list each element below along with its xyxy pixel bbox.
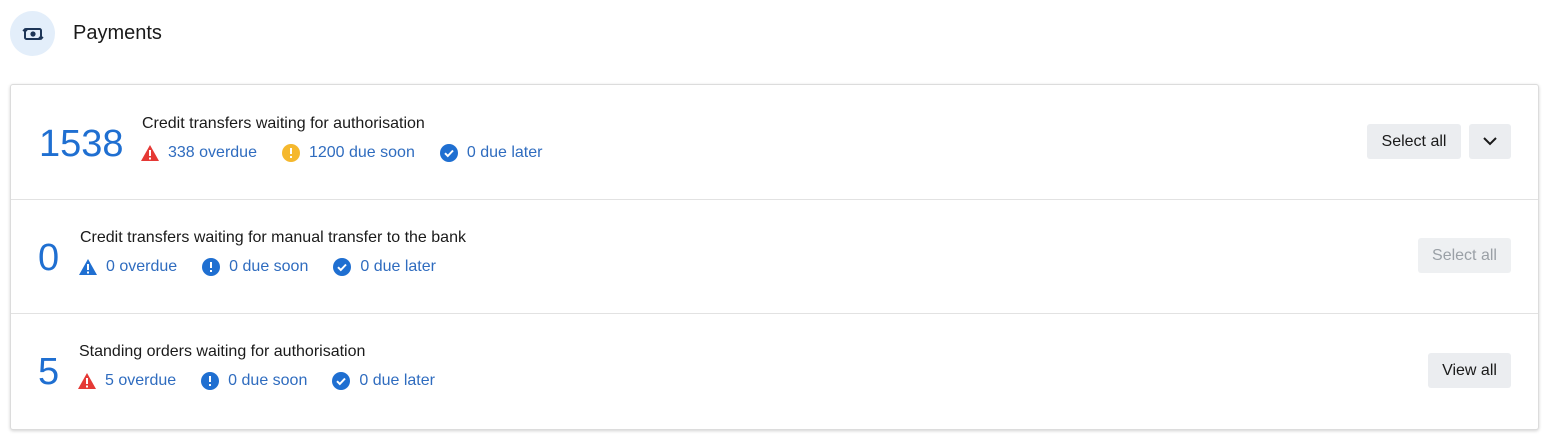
check-circle-icon bbox=[332, 257, 352, 277]
due-later-label: 0 due later bbox=[360, 258, 436, 275]
chevron-down-icon bbox=[1483, 133, 1497, 151]
row-stats: 5 overdue 0 due soon 0 due later bbox=[77, 371, 459, 391]
row-stats: 338 overdue 1200 due soon 0 due later bbox=[140, 143, 566, 163]
due-later-link[interactable]: 0 due later bbox=[332, 257, 436, 277]
overdue-link[interactable]: 0 overdue bbox=[78, 257, 177, 277]
due-soon-link[interactable]: 1200 due soon bbox=[281, 143, 415, 163]
warning-triangle-red-icon bbox=[140, 143, 160, 163]
select-all-button[interactable]: Select all bbox=[1418, 238, 1511, 273]
due-soon-link[interactable]: 0 due soon bbox=[200, 371, 307, 391]
due-soon-link[interactable]: 0 due soon bbox=[201, 257, 308, 277]
exclamation-circle-blue-icon bbox=[200, 371, 220, 391]
page-title: Payments bbox=[73, 22, 162, 44]
payments-exchange-icon bbox=[10, 11, 55, 56]
select-all-button[interactable]: Select all bbox=[1367, 124, 1461, 159]
due-soon-label: 0 due soon bbox=[229, 258, 309, 275]
overdue-label: 0 overdue bbox=[106, 258, 178, 275]
row-count: 0 bbox=[38, 237, 60, 279]
exclamation-circle-yellow-icon bbox=[281, 143, 301, 163]
row-title: Credit transfers waiting for manual tran… bbox=[80, 229, 466, 246]
check-circle-icon bbox=[331, 371, 351, 391]
payment-row-standing-orders: 5 Standing orders waiting for authorisat… bbox=[11, 313, 1538, 429]
view-all-button[interactable]: View all bbox=[1428, 353, 1511, 388]
payment-row-credit-transfers-authorisation: 1538 Credit transfers waiting for author… bbox=[11, 85, 1538, 200]
due-later-link[interactable]: 0 due later bbox=[331, 371, 435, 391]
overdue-label: 338 overdue bbox=[168, 144, 257, 161]
due-soon-label: 0 due soon bbox=[228, 372, 308, 389]
row-count: 1538 bbox=[39, 123, 124, 165]
due-soon-label: 1200 due soon bbox=[308, 144, 415, 161]
row-count: 5 bbox=[38, 351, 60, 393]
check-circle-icon bbox=[439, 143, 459, 163]
overdue-link[interactable]: 338 overdue bbox=[140, 143, 257, 163]
due-later-label: 0 due later bbox=[359, 372, 435, 389]
section-header: Payments bbox=[10, 11, 162, 56]
warning-triangle-red-icon bbox=[77, 371, 97, 391]
due-later-link[interactable]: 0 due later bbox=[439, 143, 543, 163]
expand-dropdown-button[interactable] bbox=[1469, 124, 1511, 159]
row-stats: 0 overdue 0 due soon 0 due later bbox=[78, 257, 460, 277]
payments-card: 1538 Credit transfers waiting for author… bbox=[10, 84, 1539, 430]
payment-row-manual-transfer: 0 Credit transfers waiting for manual tr… bbox=[11, 199, 1538, 314]
overdue-label: 5 overdue bbox=[105, 372, 177, 389]
exclamation-circle-blue-icon bbox=[201, 257, 221, 277]
row-title: Credit transfers waiting for authorisati… bbox=[142, 115, 425, 132]
due-later-label: 0 due later bbox=[466, 144, 543, 161]
overdue-link[interactable]: 5 overdue bbox=[77, 371, 176, 391]
warning-triangle-blue-icon bbox=[78, 257, 98, 277]
row-title: Standing orders waiting for authorisatio… bbox=[79, 343, 366, 360]
